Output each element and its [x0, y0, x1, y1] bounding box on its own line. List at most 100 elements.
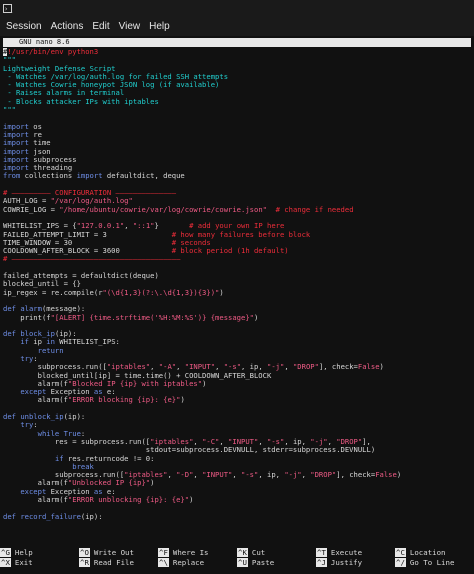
- code-line[interactable]: - Watches /var/log/auth.log for failed S…: [3, 73, 471, 81]
- code-line[interactable]: TIME_WINDOW = 30 # seconds: [3, 239, 471, 247]
- code-line[interactable]: while True:: [3, 430, 471, 438]
- code-line[interactable]: if res.returncode != 0:: [3, 455, 471, 463]
- code-line[interactable]: except Exception as e:: [3, 388, 471, 396]
- code-line[interactable]: import threading: [3, 164, 471, 172]
- code-line[interactable]: - Watches Cowrie honeypot JSON log (if a…: [3, 81, 471, 89]
- code-token: "-s": [241, 471, 259, 480]
- code-token: print(f: [3, 313, 51, 322]
- code-token: "INPUT": [228, 437, 259, 446]
- code-area[interactable]: #!/usr/bin/env python3 """ Lightweight Def…: [3, 48, 471, 521]
- code-line[interactable]: - Raises alarms in terminal: [3, 89, 471, 97]
- code-line[interactable]: [3, 297, 471, 305]
- code-line[interactable]: import re: [3, 131, 471, 139]
- code-line[interactable]: [3, 504, 471, 512]
- nano-editor[interactable]: GNU nano 8.6 #!/usr/bin/env python3 """ Li…: [0, 38, 474, 521]
- code-line[interactable]: from collections import defaultdict, deq…: [3, 172, 471, 180]
- code-line[interactable]: subprocess.run(["iptables", "-D", "INPUT…: [3, 471, 471, 479]
- code-line[interactable]: alarm(f"ERROR unblocking {ip}: {e}"): [3, 496, 471, 504]
- code-line[interactable]: WHITELIST_IPS = {"127.0.0.1", "::1"} # a…: [3, 222, 471, 230]
- code-line[interactable]: FAILED_ATTEMPT_LIMIT = 3 # how many fail…: [3, 231, 471, 239]
- menu-view[interactable]: View: [119, 21, 141, 32]
- code-line[interactable]: - Blocks attacker IPs with iptables: [3, 98, 471, 106]
- code-token: in: [46, 338, 55, 347]
- shortcut-replace[interactable]: ^\ Replace: [158, 558, 237, 568]
- code-line[interactable]: import os: [3, 123, 471, 131]
- code-line[interactable]: import json: [3, 148, 471, 156]
- code-line[interactable]: COOLDOWN_AFTER_BLOCK = 3600 # block peri…: [3, 247, 471, 255]
- code-token: alarm(f: [3, 396, 68, 405]
- code-line[interactable]: blocked_until = {}: [3, 280, 471, 288]
- code-token: , ip,: [284, 437, 311, 446]
- menu-actions[interactable]: Actions: [51, 21, 84, 32]
- code-token: ],: [362, 437, 371, 446]
- code-token: "-j": [267, 363, 285, 372]
- code-token: "-s": [267, 437, 285, 446]
- code-token: ,: [193, 437, 203, 446]
- code-line[interactable]: ip_regex = re.compile(r"(\d{1,3}(?:\.\d{…: [3, 289, 471, 297]
- code-line[interactable]: Lightweight Defense Script: [3, 65, 471, 73]
- code-line[interactable]: alarm(f"Blocked IP {ip} with iptables"): [3, 380, 471, 388]
- shortcut-justify[interactable]: ^J Justify: [316, 558, 395, 568]
- shortcut-where-is[interactable]: ^F Where Is: [158, 548, 237, 558]
- code-line[interactable]: [3, 114, 471, 122]
- code-line[interactable]: # ——————————————————————————————————————…: [3, 255, 471, 263]
- shortcut-go-to-line[interactable]: ^/Go To Line: [395, 558, 474, 568]
- code-line[interactable]: print(f"[ALERT] {time.strftime('%H:%M:%S…: [3, 314, 471, 322]
- menu-edit[interactable]: Edit: [92, 21, 109, 32]
- menu-session[interactable]: Session: [6, 21, 42, 32]
- shortcut-cut[interactable]: ^K Cut: [237, 548, 316, 558]
- code-token: # how many failures before block: [171, 230, 311, 239]
- code-line[interactable]: failed_attempts = defaultdict(deque): [3, 272, 471, 280]
- code-line[interactable]: try:: [3, 421, 471, 429]
- code-line[interactable]: [3, 181, 471, 189]
- code-line[interactable]: def block_ip(ip):: [3, 330, 471, 338]
- menu-bar: Session Actions Edit View Help: [0, 16, 474, 36]
- code-line[interactable]: break: [3, 463, 471, 471]
- code-line[interactable]: res = subprocess.run(["iptables", "-C" , …: [3, 438, 471, 446]
- shortcut-location[interactable]: ^C Location: [395, 548, 474, 558]
- code-line[interactable]: AUTH_LOG = "/var/log/auth.log": [3, 197, 471, 205]
- code-line[interactable]: alarm(f"ERROR blocking {ip}: {e}"): [3, 396, 471, 404]
- code-line[interactable]: try:: [3, 355, 471, 363]
- code-line[interactable]: import subprocess: [3, 156, 471, 164]
- shortcut-exit[interactable]: ^X Exit: [0, 558, 79, 568]
- code-line[interactable]: return: [3, 347, 471, 355]
- code-line[interactable]: [3, 264, 471, 272]
- code-line[interactable]: import time: [3, 139, 471, 147]
- code-token: "127.0.0.1": [76, 222, 125, 231]
- code-line[interactable]: #!/usr/bin/env python3: [3, 48, 471, 56]
- shortcut-paste[interactable]: ^U Paste: [237, 558, 316, 568]
- shortcut-bar: ^G Help ^O Write Out ^F Where Is ^K Cut ^T Execut…: [0, 548, 474, 568]
- shortcut-read-file[interactable]: ^R Read File: [79, 558, 158, 568]
- code-line[interactable]: subprocess.run(["iptables", "-A", "INPUT…: [3, 363, 471, 371]
- code-line[interactable]: def unblock_ip(ip):: [3, 413, 471, 421]
- code-token: as: [93, 388, 103, 397]
- shortcut-help[interactable]: ^G Help: [0, 548, 79, 558]
- code-line[interactable]: except Exception as e:: [3, 488, 471, 496]
- code-line[interactable]: def alarm(message):: [3, 305, 471, 313]
- menu-help[interactable]: Help: [149, 21, 170, 32]
- shortcut-execute[interactable]: ^T Execute: [316, 548, 395, 558]
- code-line[interactable]: if ip in WHITELIST_IPS:: [3, 338, 471, 346]
- code-line[interactable]: [3, 214, 471, 222]
- code-line[interactable]: def record_failure(ip):: [3, 513, 471, 521]
- code-token: AUTH_LOG =: [3, 197, 51, 206]
- shortcut-key: ^U: [237, 558, 248, 567]
- code-line[interactable]: COWRIE_LOG = "/home/ubuntu/cowrie/var/lo…: [3, 206, 471, 214]
- code-line[interactable]: """: [3, 106, 471, 114]
- shortcut-label: Go To Line: [409, 558, 455, 567]
- code-token: res.returncode != 0:: [63, 454, 155, 463]
- code-token: "DROP": [336, 437, 363, 446]
- code-line[interactable]: alarm(f"Unblocked IP {ip}"): [3, 479, 471, 487]
- shortcut-write-out[interactable]: ^O Write Out: [79, 548, 158, 558]
- code-line[interactable]: """: [3, 56, 471, 64]
- code-line[interactable]: [3, 322, 471, 330]
- code-line[interactable]: # ————————— CONFIGURATION ——————————————: [3, 189, 471, 197]
- terminal-icon[interactable]: ›_: [3, 3, 12, 13]
- code-line[interactable]: stdout=subprocess.DEVNULL, stderr=subpro…: [3, 446, 471, 454]
- code-line[interactable]: [3, 405, 471, 413]
- code-line[interactable]: blocked_until[ip] = time.time() + COOLDO…: [3, 372, 471, 380]
- shortcut-key: ^C: [395, 548, 406, 557]
